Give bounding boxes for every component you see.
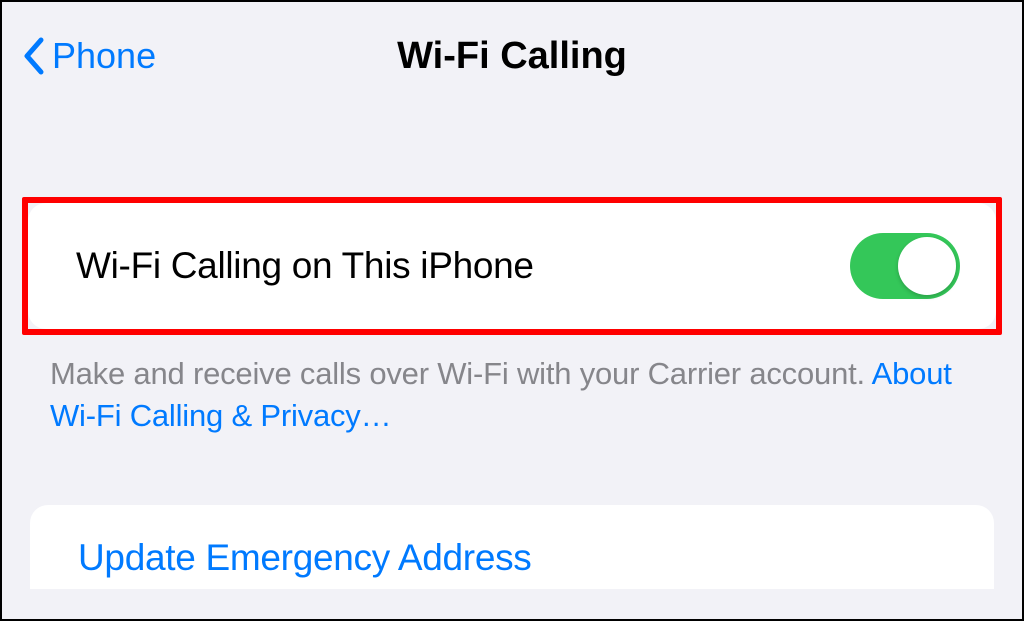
wifi-calling-toggle-row[interactable]: Wi-Fi Calling on This iPhone (28, 203, 996, 329)
back-button[interactable]: Phone (22, 35, 156, 77)
footer-text-content: Make and receive calls over Wi-Fi with y… (50, 356, 872, 391)
toggle-knob (898, 237, 956, 295)
wifi-calling-label: Wi-Fi Calling on This iPhone (76, 245, 534, 287)
settings-content: Wi-Fi Calling on This iPhone Make and re… (2, 197, 1022, 589)
back-label: Phone (52, 35, 156, 77)
update-emergency-address-label: Update Emergency Address (78, 537, 532, 578)
wifi-calling-toggle[interactable] (850, 233, 960, 299)
highlighted-annotation: Wi-Fi Calling on This iPhone (22, 197, 1002, 335)
update-emergency-address-row[interactable]: Update Emergency Address (30, 505, 994, 589)
page-title: Wi-Fi Calling (397, 35, 627, 78)
chevron-left-icon (22, 37, 44, 75)
footer-description: Make and receive calls over Wi-Fi with y… (2, 335, 1022, 437)
navigation-header: Phone Wi-Fi Calling (2, 2, 1022, 102)
